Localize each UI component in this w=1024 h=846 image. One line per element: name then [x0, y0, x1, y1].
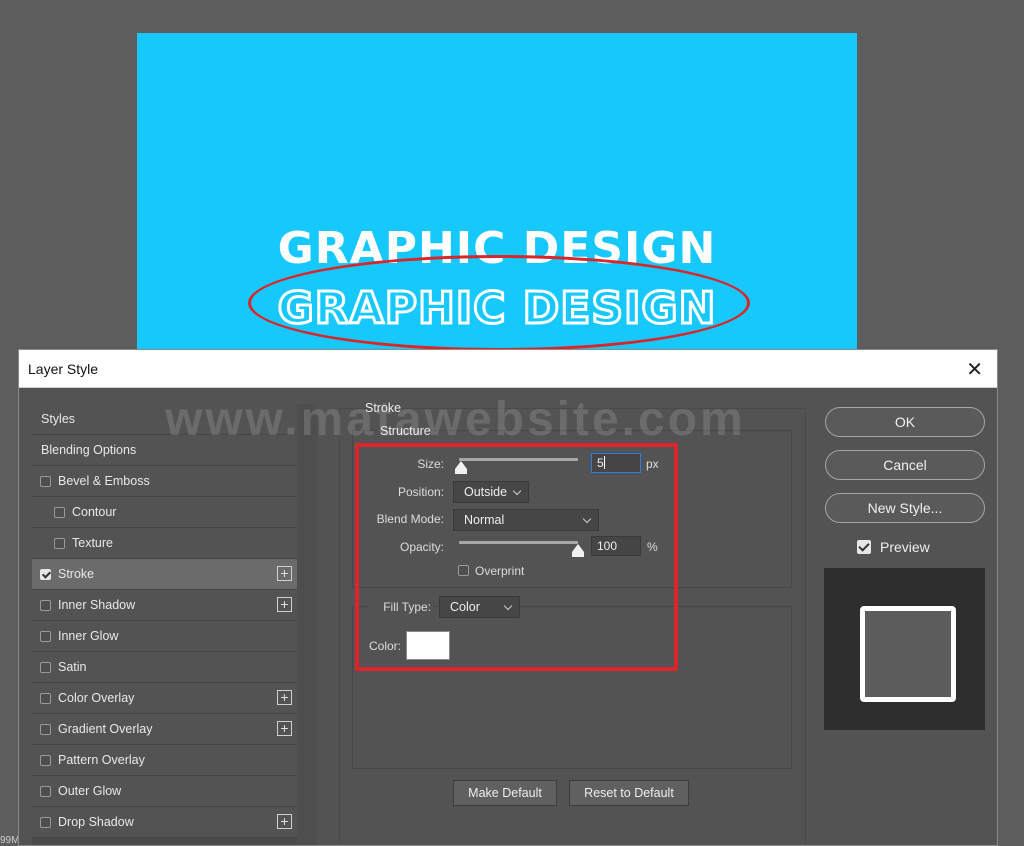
style-item-label: Gradient Overlay	[58, 722, 153, 736]
style-item-pattern-overlay[interactable]: Pattern Overlay	[32, 745, 297, 776]
close-icon[interactable]: ✕	[966, 357, 983, 382]
style-item-label: Inner Glow	[58, 629, 119, 643]
layer-style-dialog: Layer Style ✕ Styles Blending Options Beve…	[18, 349, 998, 846]
preview-checkbox[interactable]	[857, 540, 871, 554]
style-checkbox[interactable]	[54, 538, 65, 549]
style-item-inner-glow[interactable]: Inner Glow	[32, 621, 297, 652]
style-checkbox[interactable]	[40, 662, 51, 673]
styles-list: Styles Blending Options Bevel & Emboss Cont…	[32, 404, 298, 845]
preview-label: Preview	[880, 539, 930, 555]
structure-title: Structure	[377, 424, 434, 438]
style-item-label: Pattern Overlay	[58, 753, 145, 767]
style-item-blending-options[interactable]: Blending Options	[32, 435, 297, 466]
style-checkbox[interactable]	[40, 786, 51, 797]
preview-thumbnail	[824, 568, 985, 730]
add-effect-icon[interactable]: +	[277, 690, 292, 705]
style-checkbox[interactable]	[40, 724, 51, 735]
add-effect-icon[interactable]: +	[277, 597, 292, 612]
cancel-button[interactable]: Cancel	[825, 450, 985, 480]
styles-list-scrollbar[interactable]	[297, 404, 317, 845]
make-default-button[interactable]: Make Default	[453, 780, 557, 806]
style-item-label: Color Overlay	[58, 691, 135, 705]
style-item-label: Inner Shadow	[58, 598, 136, 612]
style-item-contour[interactable]: Contour	[32, 497, 297, 528]
style-checkbox[interactable]	[40, 693, 51, 704]
style-checkbox[interactable]	[40, 600, 51, 611]
dialog-title: Layer Style	[28, 361, 99, 377]
add-effect-icon[interactable]: +	[277, 721, 292, 736]
new-style-button[interactable]: New Style...	[825, 493, 985, 523]
style-item-label: Drop Shadow	[58, 815, 134, 829]
style-item-drop-shadow[interactable]: Drop Shadow +	[32, 807, 297, 838]
style-checkbox[interactable]	[40, 631, 51, 642]
annotation-box	[355, 443, 678, 671]
style-checkbox[interactable]	[40, 476, 51, 487]
style-item-label: Outer Glow	[58, 784, 122, 798]
annotation-ellipse	[248, 255, 750, 351]
style-item-color-overlay[interactable]: Color Overlay +	[32, 683, 297, 714]
style-item-texture[interactable]: Texture	[32, 528, 297, 559]
style-item-bevel-emboss[interactable]: Bevel & Emboss	[32, 466, 297, 497]
style-item-satin[interactable]: Satin	[32, 652, 297, 683]
style-item-label: Satin	[58, 660, 87, 674]
style-item-label: Stroke	[58, 567, 95, 581]
add-effect-icon[interactable]: +	[277, 566, 292, 581]
status-readout: 99M	[0, 835, 20, 846]
style-item-label: Contour	[72, 505, 117, 519]
stroke-section-title: Stroke	[365, 401, 402, 415]
dialog-titlebar: Layer Style ✕	[19, 350, 997, 388]
style-item-stroke[interactable]: Stroke +	[32, 559, 297, 590]
style-item-styles[interactable]: Styles	[32, 404, 297, 435]
style-item-label: Styles	[41, 412, 76, 426]
style-item-label: Texture	[72, 536, 113, 550]
style-item-label: Blending Options	[41, 443, 137, 457]
add-effect-icon[interactable]: +	[277, 814, 292, 829]
style-checkbox[interactable]	[40, 755, 51, 766]
preview-shape	[860, 606, 956, 702]
style-item-inner-shadow[interactable]: Inner Shadow +	[32, 590, 297, 621]
ok-button[interactable]: OK	[825, 407, 985, 437]
style-checkbox[interactable]	[54, 507, 65, 518]
style-checkbox[interactable]	[40, 569, 51, 580]
reset-default-button[interactable]: Reset to Default	[569, 780, 689, 806]
style-item-label: Bevel & Emboss	[58, 474, 150, 488]
style-item-gradient-overlay[interactable]: Gradient Overlay +	[32, 714, 297, 745]
style-item-outer-glow[interactable]: Outer Glow	[32, 776, 297, 807]
style-checkbox[interactable]	[40, 817, 51, 828]
